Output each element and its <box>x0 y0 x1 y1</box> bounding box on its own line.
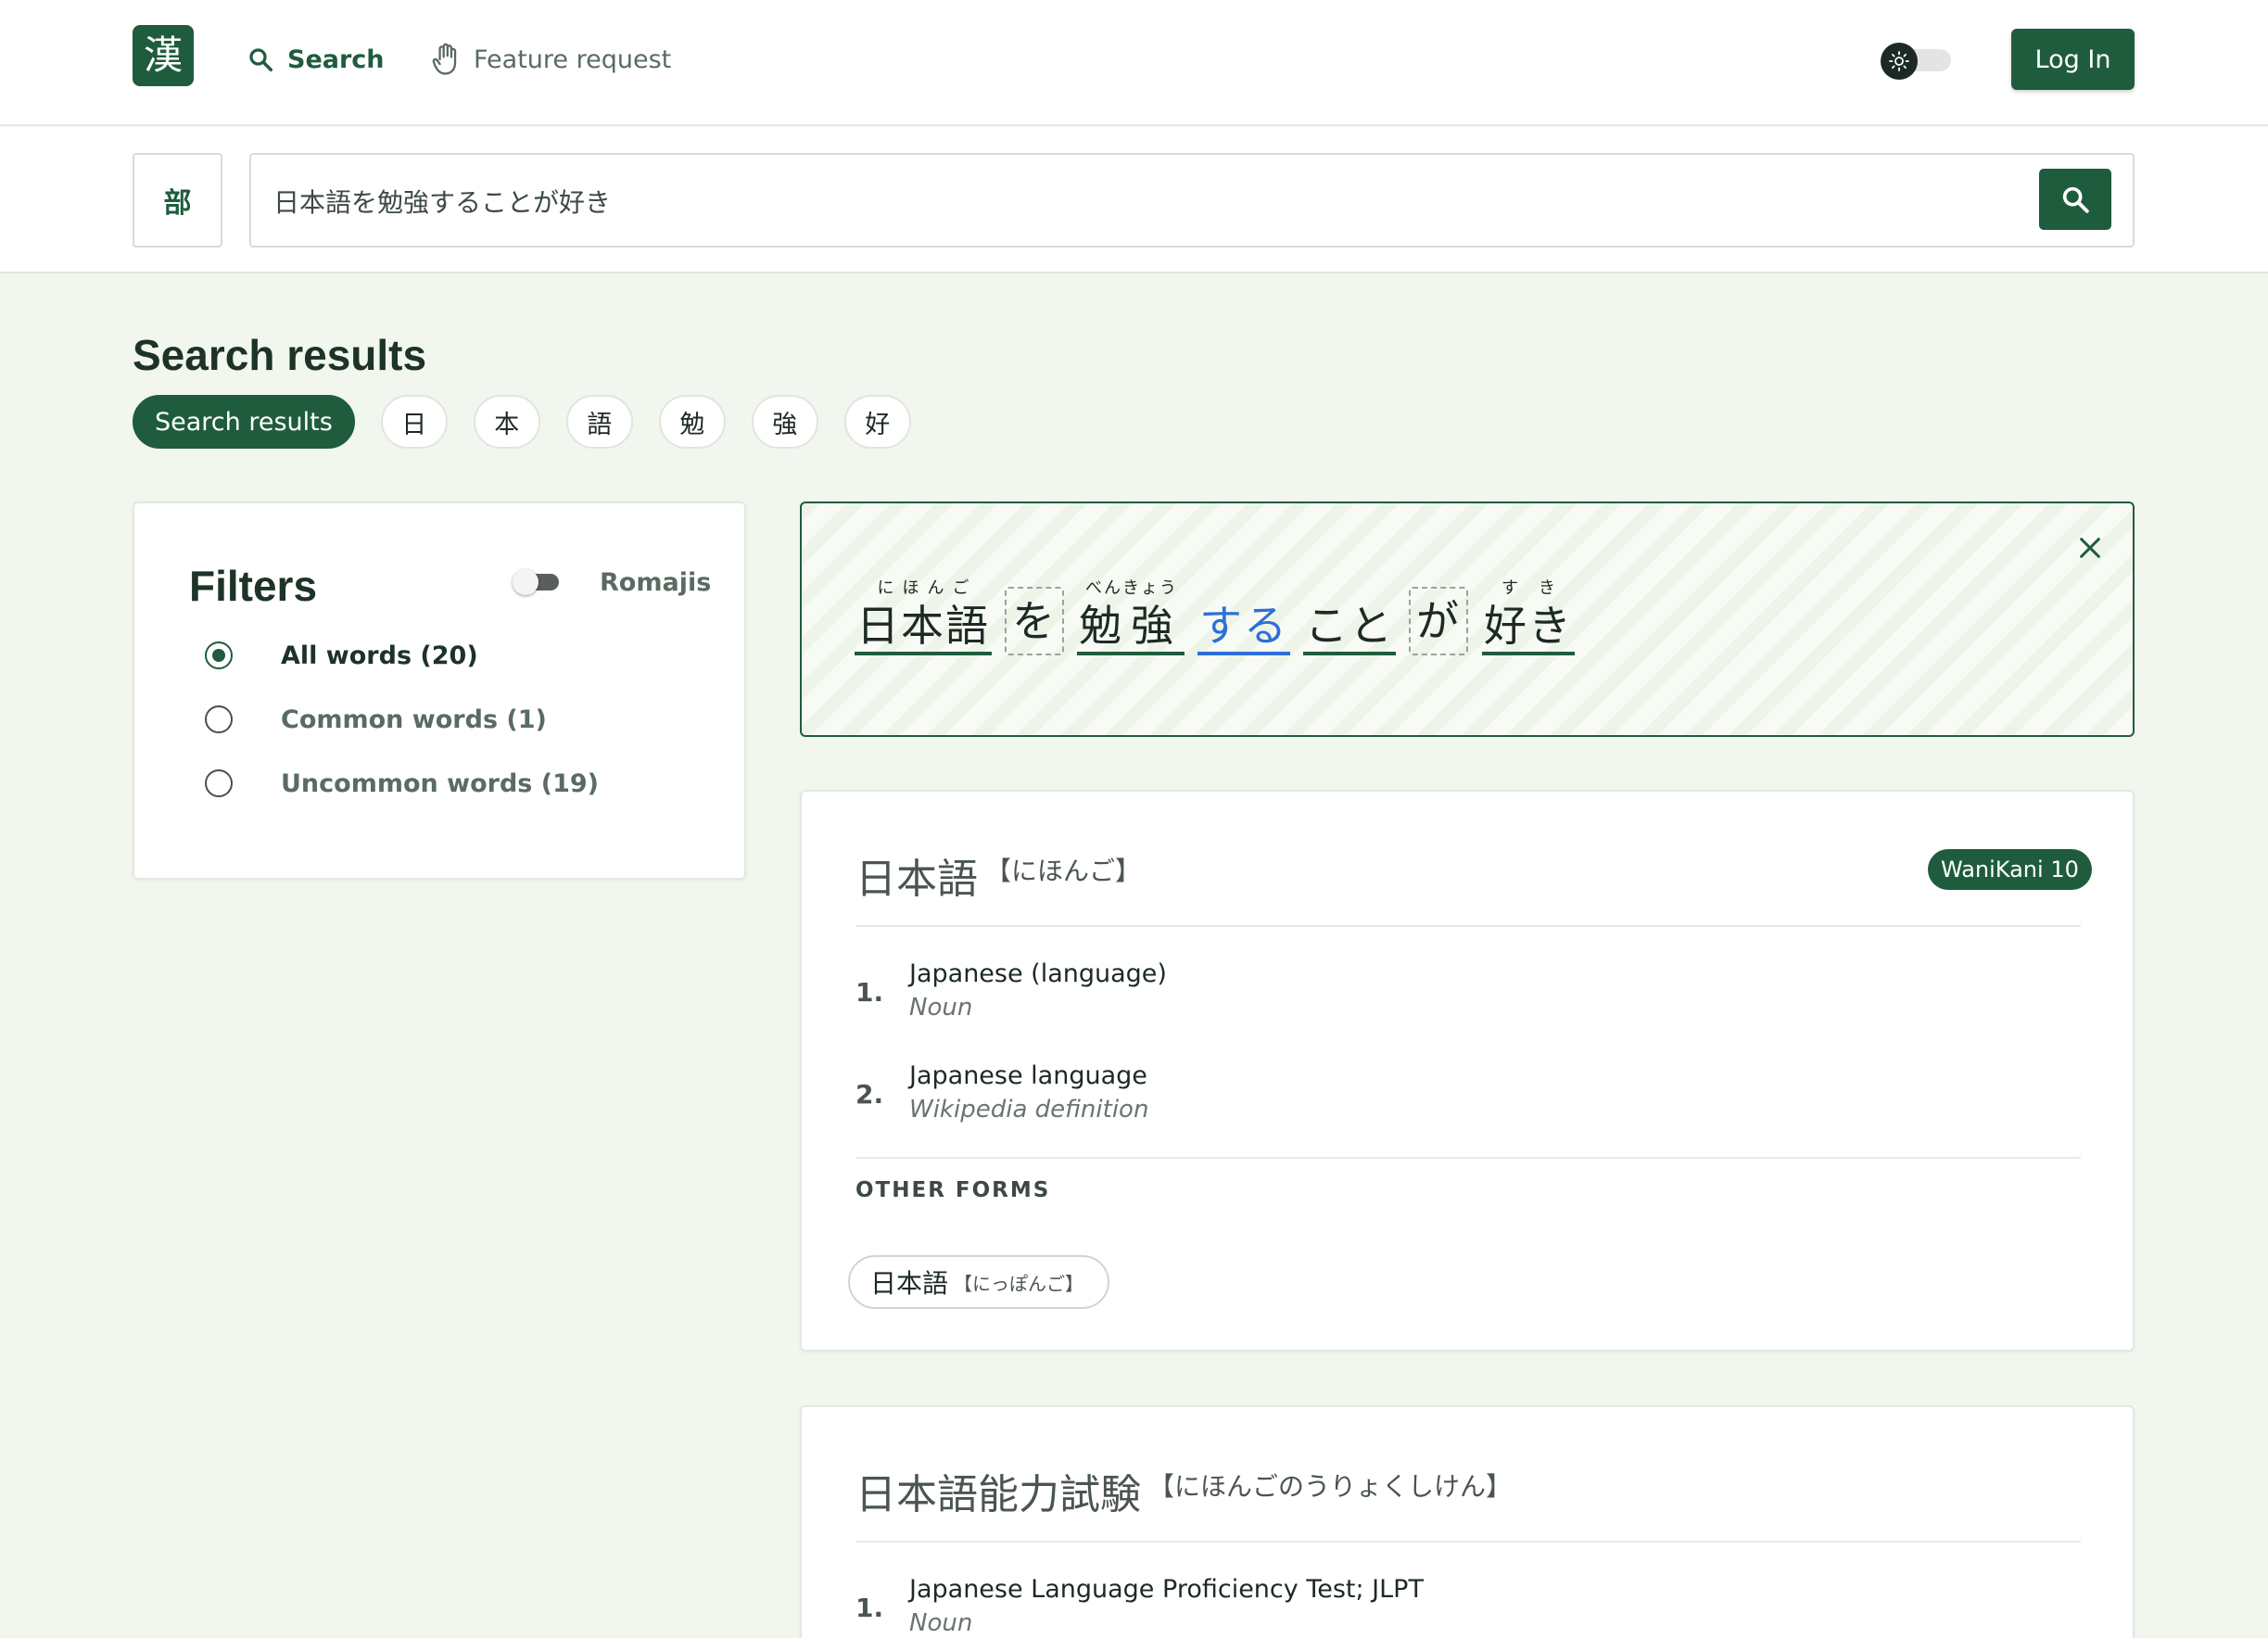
search-icon <box>2062 186 2089 213</box>
filters-title: Filters <box>189 562 318 610</box>
token-word: 勉強 <box>1077 600 1185 655</box>
nav-feature-request-link[interactable]: Feature request <box>431 41 671 78</box>
tab-kanji-ben[interactable]: 勉 <box>658 395 726 449</box>
entry-divider <box>855 925 2081 927</box>
token-word: を <box>1005 587 1064 655</box>
token-wo[interactable]: を <box>1005 587 1064 655</box>
filter-label: Uncommon words (19) <box>281 768 599 798</box>
filter-uncommon-words[interactable]: Uncommon words (19) <box>205 765 599 802</box>
search-box <box>249 153 2135 248</box>
search-input[interactable] <box>273 173 1942 229</box>
sentence-tokens: にほんご 日本語 を べんきょう 勉強 する こと が すき 好き <box>855 578 1576 655</box>
romaji-toggle[interactable] <box>513 568 564 596</box>
other-forms-label: OTHER FORMS <box>855 1178 1051 1202</box>
token-word: こと <box>1303 600 1396 655</box>
sun-icon <box>1889 51 1909 71</box>
theme-toggle[interactable] <box>1881 43 1951 80</box>
result-tabs: Search results 日 本 語 勉 強 好 <box>133 395 911 449</box>
sense-part-of-speech: Noun <box>909 1609 973 1637</box>
token-nihongo[interactable]: にほんご 日本語 <box>855 578 992 655</box>
other-form-kanji: 日本語 <box>870 1268 949 1299</box>
tab-search-results[interactable]: Search results <box>133 395 355 449</box>
sense-item: 2. Japanese language Wikipedia definitio… <box>855 1059 1148 1127</box>
sense-item: 1. Japanese (language) Noun <box>855 957 1167 1025</box>
sense-gloss: Japanese Language Proficiency Test; JLPT <box>909 1575 1424 1604</box>
filter-label: Common words (1) <box>281 705 547 734</box>
token-ga[interactable]: が <box>1409 587 1468 655</box>
entry-divider <box>855 1541 2081 1543</box>
logo[interactable]: 漢 <box>133 25 194 86</box>
romaji-toggle-knob <box>513 569 538 595</box>
sense-part-of-speech: Noun <box>909 994 973 1022</box>
token-furigana: にほんご <box>877 578 978 598</box>
other-form-reading: 【にっぽんご】 <box>954 1272 1084 1295</box>
entry-heading: 日本語能力試験 【にほんごのうりょくしけん】 <box>855 1461 1512 1520</box>
tab-kanji-hon[interactable]: 本 <box>473 395 540 449</box>
sense-body: Japanese language Wikipedia definition <box>909 1059 1148 1127</box>
entry-divider <box>855 1157 2081 1159</box>
search-submit-button[interactable] <box>2039 169 2111 230</box>
entry-kanji: 日本語 <box>855 856 978 903</box>
sense-body: Japanese (language) Noun <box>909 957 1167 1025</box>
hand-icon <box>432 43 457 75</box>
nav-search-link[interactable]: Search <box>247 41 385 78</box>
entry-heading: 日本語 【にほんご】 <box>855 845 1141 905</box>
nav-search-label: Search <box>287 44 385 74</box>
entry-kanji: 日本語能力試験 <box>855 1471 1141 1518</box>
entry-reading: 【にほんごのうりょくしけん】 <box>1148 1471 1513 1502</box>
filter-label: All words (20) <box>281 641 478 670</box>
wanikani-badge: WaniKani 10 <box>1928 849 2092 890</box>
romaji-label: Romajis <box>600 568 712 597</box>
filter-all-words[interactable]: All words (20) <box>205 637 478 674</box>
radio-button[interactable] <box>205 769 233 797</box>
token-furigana: べんきょう <box>1085 578 1178 598</box>
token-furigana: すき <box>1501 578 1576 598</box>
token-koto[interactable]: こと <box>1303 600 1396 655</box>
search-icon <box>249 48 272 71</box>
word-entry-card: 日本語 【にほんご】 WaniKani 10 1. Japanese (lang… <box>800 790 2135 1352</box>
tab-kanji-suki[interactable]: 好 <box>843 395 911 449</box>
sense-body: Japanese Language Proficiency Test; JLPT… <box>909 1572 1424 1638</box>
token-suki[interactable]: すき 好き <box>1481 578 1576 655</box>
login-button[interactable]: Log In <box>2011 29 2135 90</box>
sentence-breakdown-card: にほんご 日本語 を べんきょう 勉強 する こと が すき 好き <box>800 502 2135 737</box>
nav-feature-label: Feature request <box>474 44 672 74</box>
word-entry-card: 日本語能力試験 【にほんごのうりょくしけん】 1. Japanese Langu… <box>800 1405 2135 1638</box>
entry-reading: 【にほんご】 <box>985 856 1142 886</box>
token-word: 日本語 <box>855 600 992 655</box>
tab-kanji-go[interactable]: 語 <box>565 395 633 449</box>
close-icon <box>2080 538 2100 558</box>
search-bar-section: 部 <box>0 127 2268 273</box>
tab-kanji-kyou[interactable]: 強 <box>751 395 818 449</box>
tab-kanji-hi[interactable]: 日 <box>380 395 448 449</box>
sense-number: 2. <box>855 1079 884 1110</box>
token-word: 好き <box>1482 600 1575 655</box>
filter-common-words[interactable]: Common words (1) <box>205 701 547 738</box>
token-benkyou[interactable]: べんきょう 勉強 <box>1077 578 1185 655</box>
radical-search-button[interactable]: 部 <box>133 153 222 248</box>
sense-gloss: Japanese (language) <box>909 959 1167 988</box>
token-word: する <box>1197 600 1290 655</box>
other-form-pill[interactable]: 日本語 【にっぽんご】 <box>848 1255 1110 1309</box>
radio-button[interactable] <box>205 705 233 733</box>
sense-item: 1. Japanese Language Proficiency Test; J… <box>855 1572 1424 1638</box>
radio-button[interactable] <box>205 641 233 669</box>
token-word: が <box>1409 587 1468 655</box>
theme-toggle-knob <box>1881 43 1918 80</box>
sense-part-of-speech: Wikipedia definition <box>909 1096 1149 1124</box>
close-button[interactable] <box>2072 529 2109 566</box>
filters-panel: Filters Romajis All words (20) Common wo… <box>133 502 746 880</box>
sense-number: 1. <box>855 1593 884 1623</box>
top-navbar: 漢 Search Feature request Log In <box>0 0 2268 126</box>
results-title: Search results <box>133 331 427 379</box>
sense-number: 1. <box>855 977 884 1008</box>
token-suru[interactable]: する <box>1197 600 1290 655</box>
sense-gloss: Japanese language <box>909 1061 1147 1090</box>
